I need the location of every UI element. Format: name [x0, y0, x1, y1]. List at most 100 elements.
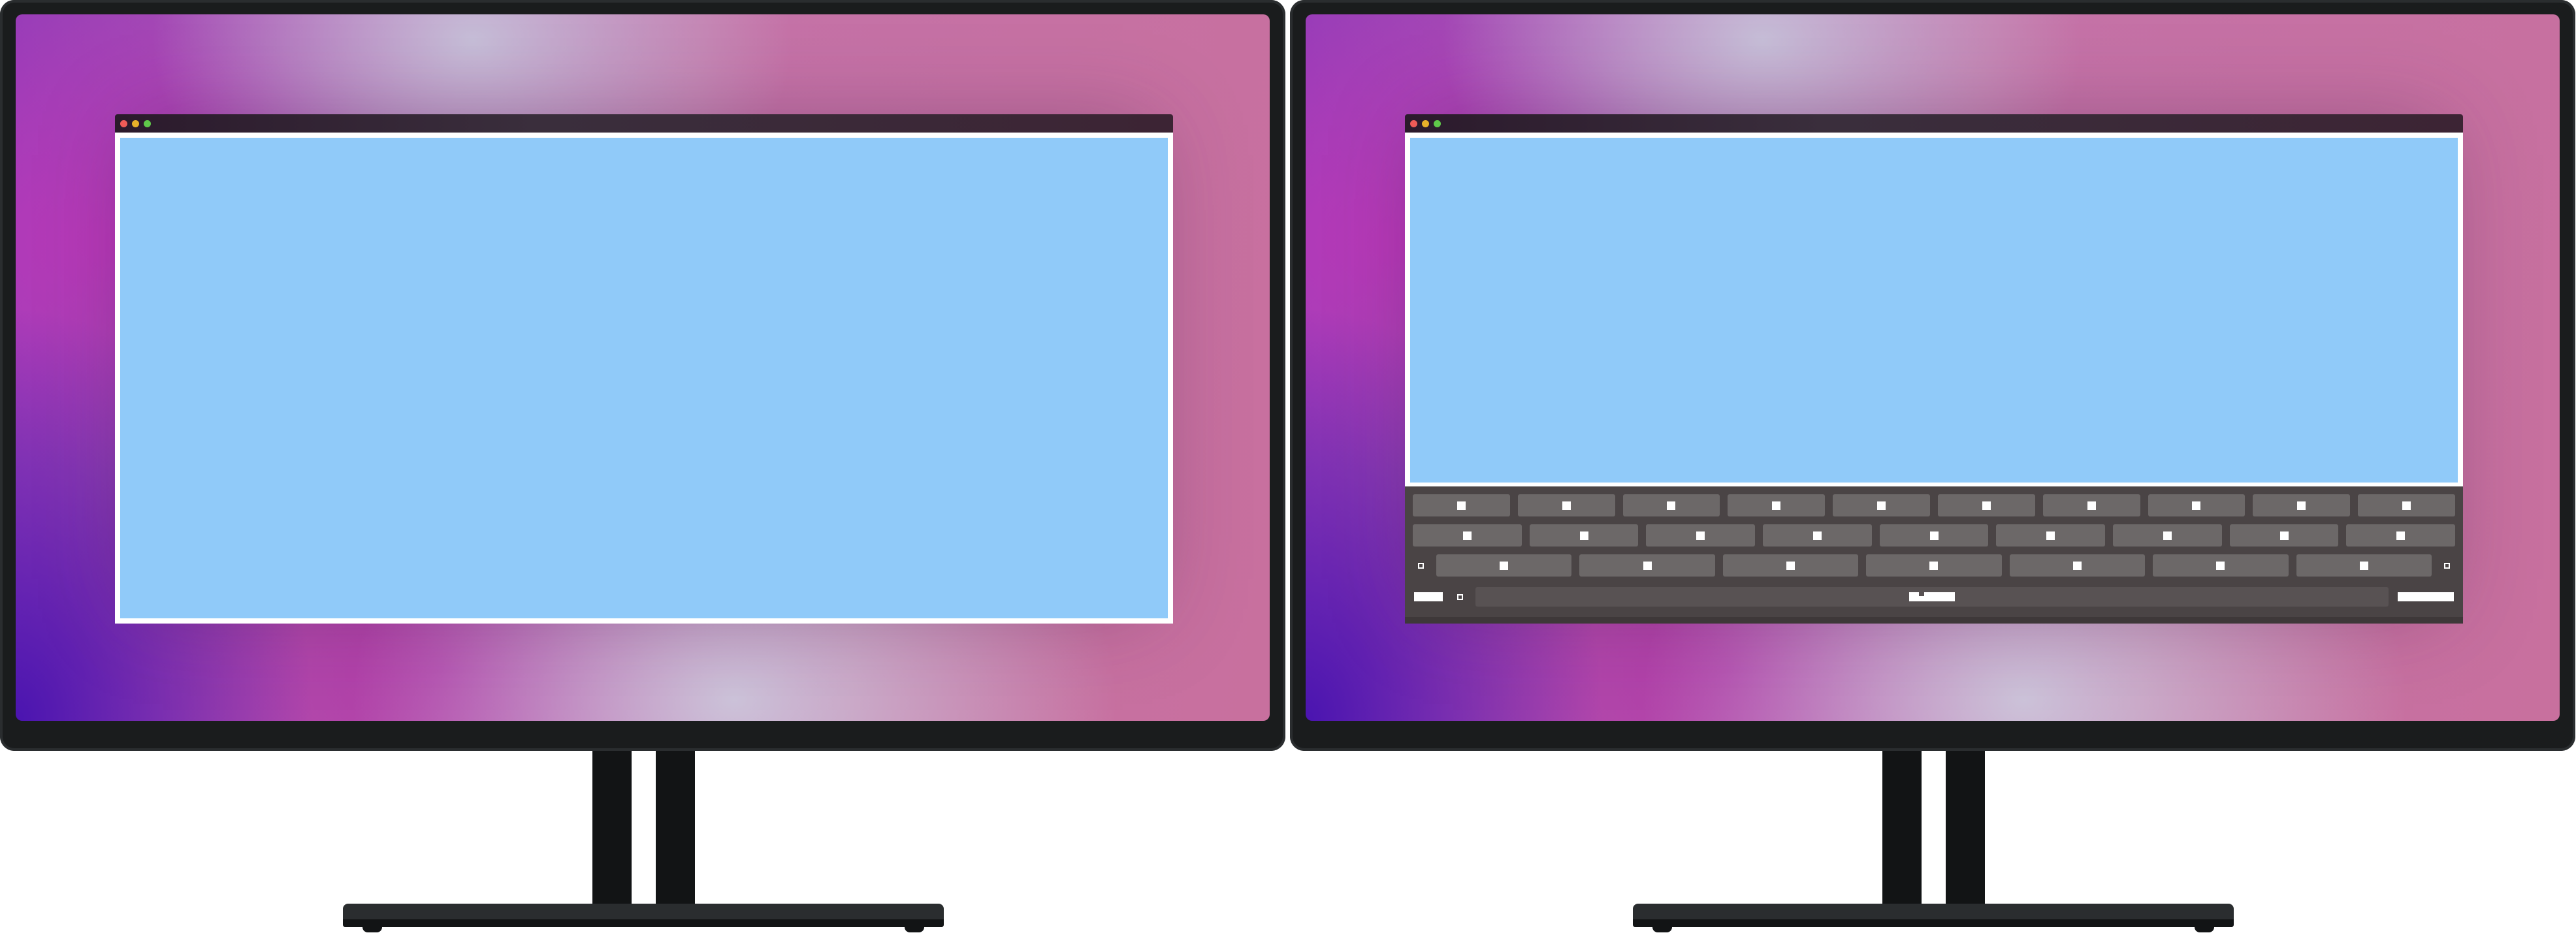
keyboard-key[interactable]	[2253, 494, 2351, 516]
stand-foot	[1652, 925, 1672, 932]
space-icon	[1909, 592, 1955, 601]
enter-key[interactable]	[2396, 586, 2455, 608]
key-glyph-icon	[1667, 501, 1676, 510]
key-glyph-icon	[1696, 531, 1705, 540]
keyboard-key[interactable]	[2229, 524, 2339, 547]
monitor-bezel	[1290, 0, 2575, 751]
keyboard-key[interactable]	[1646, 524, 1756, 547]
key-glyph-icon	[2359, 561, 2368, 570]
keyboard-key[interactable]	[2358, 494, 2455, 516]
key-glyph-icon	[1982, 501, 1991, 510]
keyboard-key[interactable]	[1722, 554, 1859, 577]
keyboard-key[interactable]	[2148, 494, 2246, 516]
stand-base	[1633, 904, 2234, 927]
content-pane[interactable]	[1410, 138, 2458, 483]
stand-neck	[1946, 751, 1985, 908]
keyboard-key[interactable]	[1579, 554, 1715, 577]
app-window	[115, 114, 1173, 624]
keyboard-key[interactable]	[2009, 554, 2146, 577]
maximize-button[interactable]	[1434, 120, 1441, 127]
key-glyph-icon	[2402, 501, 2411, 510]
shift-icon	[1417, 562, 1424, 569]
keyboard-key[interactable]	[2296, 554, 2432, 577]
key-glyph-icon	[1812, 531, 1822, 540]
key-glyph-icon	[2163, 531, 2172, 540]
keyboard-key[interactable]	[1763, 524, 1872, 547]
shift-key[interactable]	[1413, 554, 1428, 577]
close-button[interactable]	[120, 120, 127, 127]
key-glyph-icon	[1643, 561, 1652, 570]
key-glyph-icon	[2297, 501, 2306, 510]
keyboard-row-4	[1413, 586, 2455, 608]
key-glyph-icon	[2396, 531, 2406, 540]
key-glyph-icon	[2087, 501, 2096, 510]
desktop-wallpaper	[1306, 14, 2560, 721]
key-glyph-icon	[1786, 561, 1795, 570]
settings-key[interactable]	[1452, 586, 1468, 608]
minimize-button[interactable]	[132, 120, 139, 127]
keyboard-key[interactable]	[1866, 554, 2002, 577]
backspace-key[interactable]	[2439, 554, 2455, 577]
keyboard-key[interactable]	[1413, 494, 1510, 516]
monitor-right	[1290, 0, 2575, 935]
keyboard-key[interactable]	[1436, 554, 1572, 577]
app-window	[1405, 114, 2463, 624]
keyboard-key[interactable]	[1937, 494, 2035, 516]
keyboard-row-2	[1413, 524, 2456, 547]
mode-switch-key[interactable]	[1413, 586, 1444, 608]
keyboard-key[interactable]	[2153, 554, 2289, 577]
on-screen-keyboard	[1405, 486, 2463, 624]
keyboard-key[interactable]	[1622, 494, 1720, 516]
keyboard-footer	[1405, 617, 2463, 624]
key-glyph-icon	[1500, 561, 1509, 570]
key-glyph-icon	[2046, 531, 2055, 540]
minimize-button[interactable]	[1422, 120, 1429, 127]
keyboard-key[interactable]	[2113, 524, 2222, 547]
content-pane[interactable]	[120, 138, 1168, 618]
close-button[interactable]	[1410, 120, 1417, 127]
window-titlebar[interactable]	[115, 114, 1173, 133]
space-bar[interactable]	[1475, 587, 2389, 607]
key-glyph-icon	[1562, 501, 1571, 510]
keyboard-key[interactable]	[2042, 494, 2140, 516]
key-glyph-icon	[1929, 531, 1939, 540]
keyboard-row-1	[1413, 494, 2455, 516]
key-glyph-icon	[1772, 501, 1781, 510]
keyboard-key[interactable]	[1728, 494, 1826, 516]
keyboard-key[interactable]	[1996, 524, 2106, 547]
keyboard-key[interactable]	[1517, 494, 1615, 516]
backspace-icon	[2444, 562, 2451, 569]
key-glyph-icon	[1579, 531, 1588, 540]
keyboard-key[interactable]	[2346, 524, 2456, 547]
window-content	[1405, 133, 2463, 486]
key-glyph-icon	[2279, 531, 2289, 540]
key-glyph-icon	[2216, 561, 2225, 570]
key-glyph-icon	[2072, 561, 2082, 570]
keyboard-row-3	[1413, 554, 2455, 577]
window-titlebar[interactable]	[1405, 114, 2463, 133]
key-glyph-icon	[1929, 561, 1939, 570]
enter-icon	[2398, 592, 2454, 601]
monitor-bezel	[0, 0, 1285, 751]
maximize-button[interactable]	[144, 120, 151, 127]
stand-foot	[905, 925, 924, 932]
stand-foot	[2195, 925, 2214, 932]
stand-base	[343, 904, 944, 927]
keyboard-key[interactable]	[1833, 494, 1930, 516]
keyboard-key[interactable]	[1413, 524, 1522, 547]
desktop-wallpaper	[16, 14, 1270, 721]
key-glyph-icon	[2192, 501, 2201, 510]
stand-neck	[656, 751, 695, 908]
stand-foot	[362, 925, 382, 932]
stand-neck	[592, 751, 632, 908]
key-glyph-icon	[1877, 501, 1886, 510]
mode-switch-icon	[1414, 592, 1443, 601]
window-content	[115, 133, 1173, 624]
monitor-left	[0, 0, 1285, 935]
stand-neck	[1882, 751, 1922, 908]
key-glyph-icon	[1457, 501, 1466, 510]
key-glyph-icon	[1462, 531, 1472, 540]
settings-icon	[1457, 594, 1463, 600]
keyboard-key[interactable]	[1879, 524, 1989, 547]
keyboard-key[interactable]	[1529, 524, 1639, 547]
